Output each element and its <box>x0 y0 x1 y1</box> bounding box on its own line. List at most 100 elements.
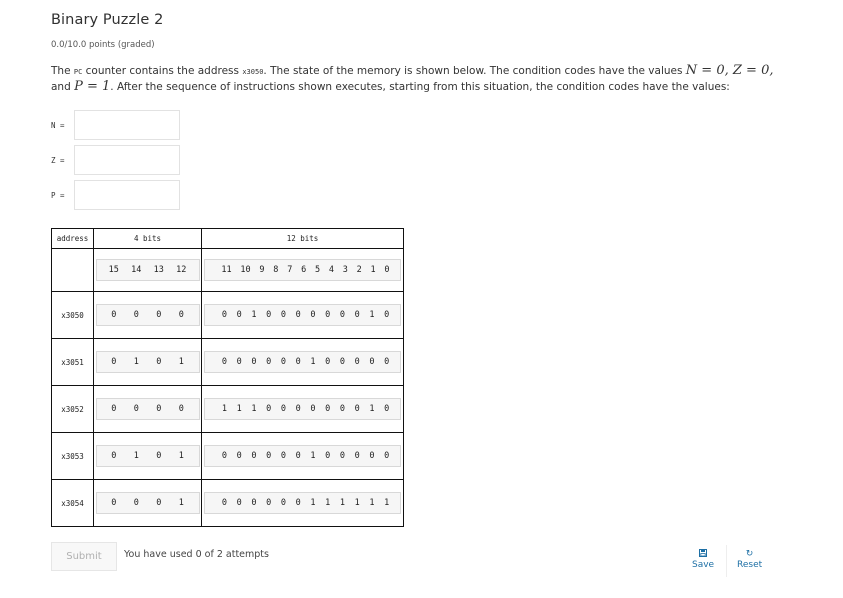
bit-value: 1 <box>178 451 184 461</box>
bit-value: 1 <box>369 404 375 414</box>
bit-value: 0 <box>310 310 316 320</box>
bit-value: 0 <box>280 310 286 320</box>
bit-value: 0 <box>354 451 360 461</box>
bit-value: 1 <box>369 498 375 508</box>
high-bits-box: 0 1 0 1 <box>95 445 200 467</box>
bit-value: 0 <box>295 357 301 367</box>
attempts-status: You have used 0 of 2 attempts <box>124 549 269 560</box>
bit-value: 0 <box>221 357 227 367</box>
bit-value: 0 <box>111 404 117 414</box>
bit-value: 1 <box>251 310 257 320</box>
address-cell: x3052 <box>51 385 94 433</box>
bit-value: 0 <box>178 404 184 414</box>
z-label: Z = <box>51 155 65 165</box>
bit-value: 0 <box>295 310 301 320</box>
bit-value: 0 <box>369 451 375 461</box>
bit-value: 0 <box>354 310 360 320</box>
problem-title: Binary Puzzle 2 <box>51 12 164 28</box>
bit-value: 0 <box>133 404 139 414</box>
n-input[interactable] <box>74 110 180 140</box>
bit-value: 0 <box>280 357 286 367</box>
bit-value: 0 <box>369 357 375 367</box>
submit-button[interactable]: Submit <box>51 542 117 571</box>
bit-value: 0 <box>325 451 331 461</box>
p-label: P = <box>51 190 65 200</box>
bit-value: 1 <box>354 498 360 508</box>
bit-value: 0 <box>266 451 272 461</box>
bit-value: 0 <box>339 310 345 320</box>
bit-value: 0 <box>111 451 117 461</box>
bit-value: 0 <box>310 404 316 414</box>
high-bits-box: 0 1 0 1 <box>95 351 200 373</box>
prompt-text: , <box>769 63 774 78</box>
p-input[interactable] <box>74 180 180 210</box>
bit-value: 0 <box>221 498 227 508</box>
empty-cell <box>51 248 94 292</box>
bit-value: 0 <box>325 404 331 414</box>
bit-value: 0 <box>339 451 345 461</box>
prompt-text: , <box>724 63 733 78</box>
memory-row: x3054 0 0 0 1 0 0 0 0 0 0 1 1 1 1 1 1 <box>51 479 404 527</box>
bit-value: 1 <box>310 498 316 508</box>
bit-index: 10 <box>240 265 251 275</box>
bit-value: 0 <box>221 451 227 461</box>
bit-value: 1 <box>221 404 227 414</box>
bit-value: 0 <box>295 498 301 508</box>
reset-button[interactable]: ↻ Reset <box>737 549 762 570</box>
bit-value: 0 <box>295 451 301 461</box>
bit-value: 0 <box>251 451 257 461</box>
n-var: N <box>685 63 698 78</box>
prompt-text: and <box>51 80 75 93</box>
bit-value: 0 <box>339 357 345 367</box>
bit-value: 0 <box>111 498 117 508</box>
low-bits-cell: 001000000010 <box>201 291 404 339</box>
z-var: Z <box>732 63 742 78</box>
bit-index-row: 15 14 13 12 11 10 9 8 7 6 5 4 3 2 1 0 <box>51 248 404 292</box>
action-divider <box>726 545 727 577</box>
memory-row: x3051 0 1 0 1 0 0 0 0 0 0 1 0 0 0 0 0 <box>51 338 404 386</box>
save-button[interactable]: Save <box>692 549 714 570</box>
bit-value: 1 <box>310 451 316 461</box>
low-bits-box: 000000100000 <box>204 445 401 467</box>
bit-value: 1 <box>325 498 331 508</box>
bit-value: 0 <box>111 310 117 320</box>
bit-index: 11 <box>221 265 232 275</box>
bit-value: 0 <box>111 357 117 367</box>
bit-index: 9 <box>259 265 265 275</box>
bit-index: 2 <box>356 265 362 275</box>
z-input[interactable] <box>74 145 180 175</box>
high-bits-box: 0 0 0 0 <box>95 304 200 326</box>
bit-index: 7 <box>287 265 293 275</box>
memory-table: address 4 bits 12 bits 15 14 13 12 11 10 9 8 7 6… <box>51 228 404 527</box>
bit-index: 4 <box>328 265 334 275</box>
prompt-text: The <box>51 65 74 77</box>
n-eq: = 0 <box>697 63 725 78</box>
address-cell: x3054 <box>51 479 94 527</box>
floppy-disk-icon <box>699 549 708 560</box>
bit-value: 0 <box>156 451 162 461</box>
bit-value: 1 <box>369 310 375 320</box>
address-header: address <box>51 228 94 249</box>
bit-value: 1 <box>310 357 316 367</box>
bit-value: 0 <box>251 498 257 508</box>
low-bits-cell: 000000100000 <box>201 338 404 386</box>
low-bits-box: 000000100000 <box>204 351 401 373</box>
points-status: 0.0/10.0 points (graded) <box>51 40 155 50</box>
bit-value: 1 <box>384 498 390 508</box>
save-label: Save <box>692 560 715 570</box>
n-label: N = <box>51 120 65 130</box>
p-var: P <box>74 78 83 94</box>
low-bits-header: 12 bits <box>201 228 404 249</box>
bit-value: 0 <box>354 357 360 367</box>
header-row: address 4 bits 12 bits <box>51 228 404 249</box>
bit-value: 1 <box>133 451 139 461</box>
bit-value: 0 <box>156 404 162 414</box>
bit-value: 1 <box>339 498 345 508</box>
bit-value: 0 <box>339 404 345 414</box>
high-bit-index-box: 15 14 13 12 <box>95 259 200 281</box>
bit-index: 5 <box>314 265 321 275</box>
high-bits-cell: 0 0 0 0 <box>93 291 202 339</box>
cc-row-p: P = <box>51 180 180 210</box>
bit-value: 0 <box>384 357 390 367</box>
high-bits-box: 0 0 0 0 <box>95 398 200 420</box>
